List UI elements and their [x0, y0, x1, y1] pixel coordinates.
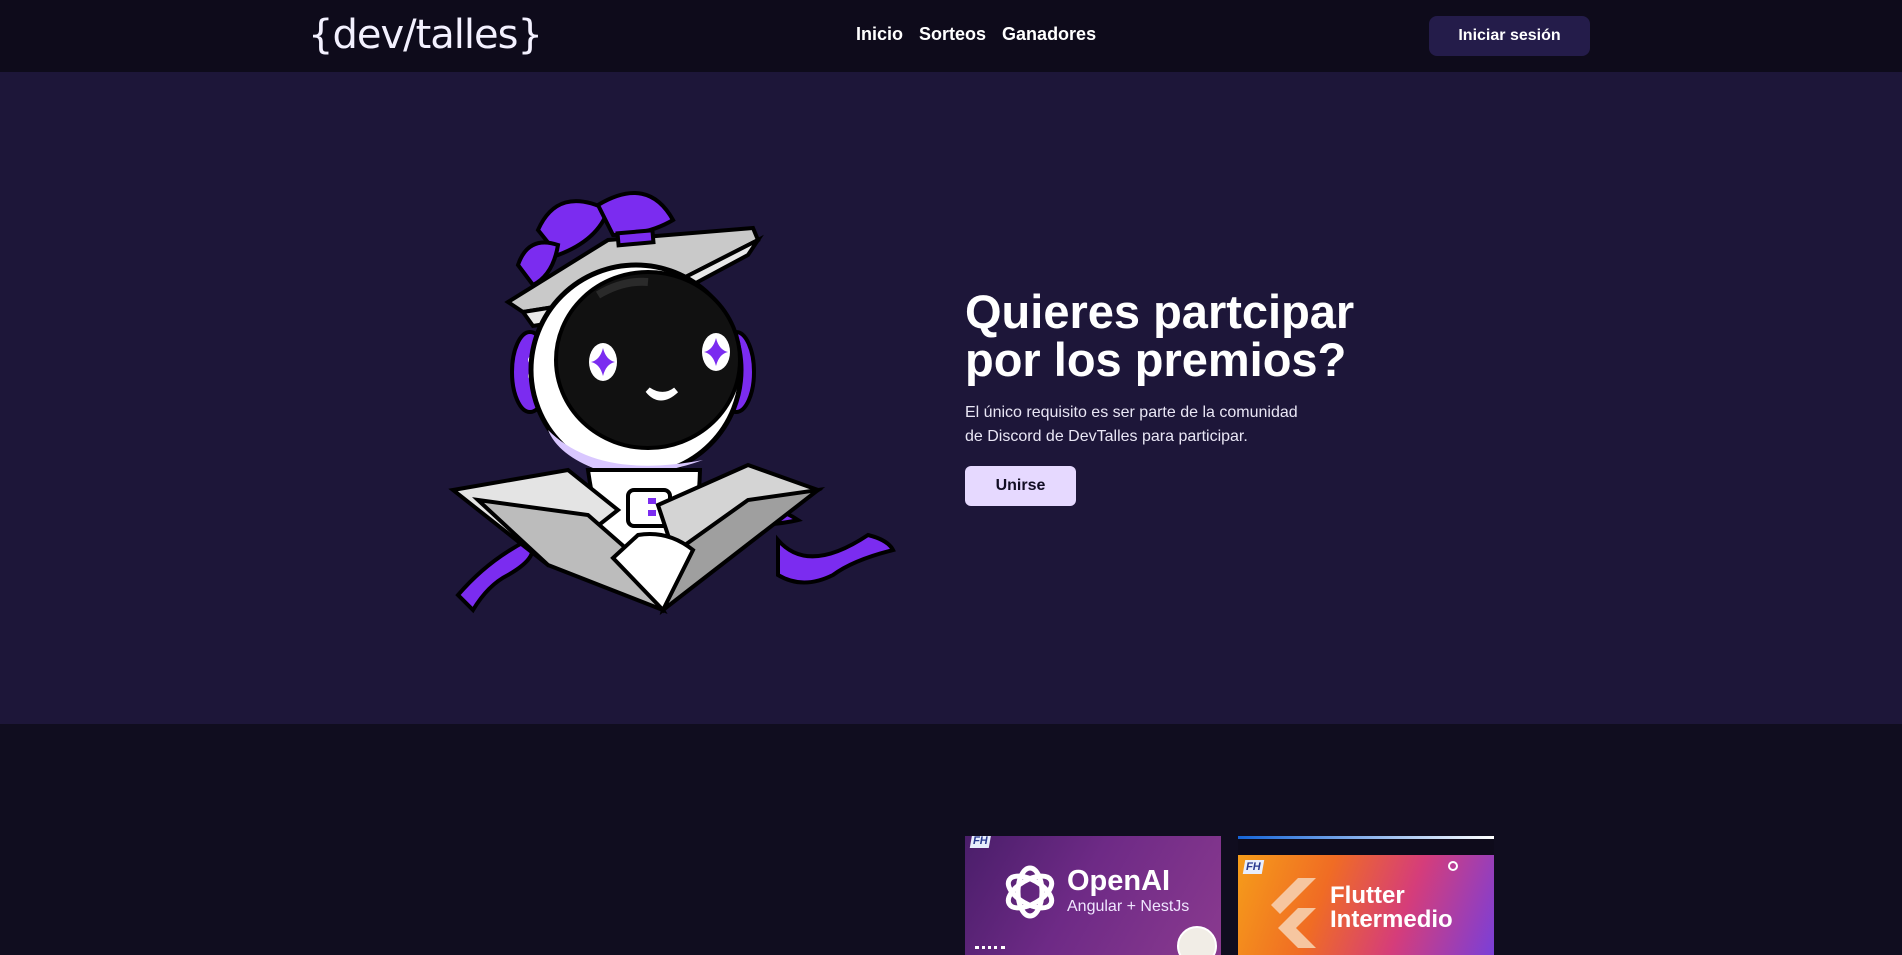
navbar: {dev/talles} Inicio Sorteos Ganadores In… [0, 0, 1902, 72]
circle-decoration [1448, 861, 1458, 871]
openai-logo-icon [1005, 865, 1055, 919]
course-title-flutter: Flutter Intermedio [1330, 882, 1453, 933]
instructor-avatar [1177, 926, 1217, 955]
courses-section: FH OpenAI Angular + NestJs FH Flutter In… [0, 724, 1902, 955]
nav-link-ganadores[interactable]: Ganadores [1002, 24, 1096, 45]
hero-title: Quieres partcipar por los premios? [965, 285, 1355, 386]
card-top-strip [1238, 839, 1494, 855]
nav-link-inicio[interactable]: Inicio [856, 24, 903, 45]
flutter-logo-icon [1271, 878, 1316, 948]
course-subtitle-openai: Angular + NestJs [1067, 898, 1190, 915]
course-card-flutter[interactable]: FH Flutter Intermedio [1238, 836, 1494, 955]
fh-badge: FH [969, 836, 991, 848]
hero-section: Quieres partcipar por los premios? El ún… [0, 72, 1902, 724]
main-nav: Inicio Sorteos Ganadores [856, 24, 1096, 45]
join-button[interactable]: Unirse [965, 466, 1076, 506]
nav-link-sorteos[interactable]: Sorteos [919, 24, 986, 45]
login-button[interactable]: Iniciar sesión [1429, 16, 1590, 56]
devtalles-logo[interactable]: {dev/talles} [308, 10, 543, 60]
hero-description: El único requisito es ser parte de la co… [965, 404, 1298, 445]
course-card-openai[interactable]: FH OpenAI Angular + NestJs [965, 836, 1221, 955]
fh-badge: FH [1242, 860, 1264, 874]
astronaut-gift-illustration [448, 191, 896, 616]
wave-decoration [975, 946, 1005, 950]
course-title-openai: OpenAI [1067, 865, 1171, 897]
